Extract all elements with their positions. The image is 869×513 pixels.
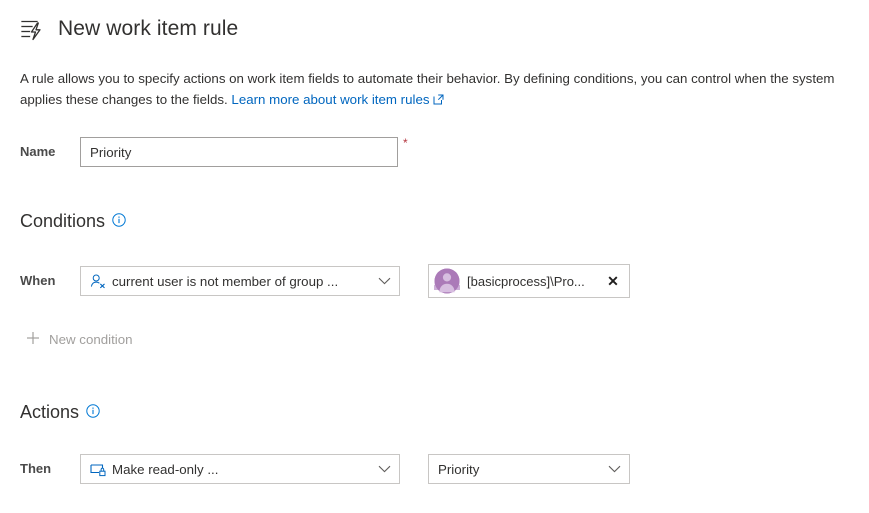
external-link-icon [433, 90, 444, 111]
name-input[interactable] [80, 137, 398, 167]
close-icon[interactable]: ✕ [603, 271, 623, 291]
identity-chip-label: [basicprocess]\Pro... [467, 274, 603, 289]
action-field-dropdown[interactable]: Priority [428, 454, 630, 484]
conditions-heading-label: Conditions [20, 209, 105, 233]
learn-more-link-label: Learn more about work item rules [231, 92, 429, 107]
plus-icon [26, 331, 40, 348]
page-title: New work item rule [58, 16, 238, 42]
required-asterisk: * [403, 138, 408, 148]
when-row: When current user is not member of group… [20, 264, 630, 298]
learn-more-link[interactable]: Learn more about work item rules [231, 92, 443, 107]
actions-heading-label: Actions [20, 400, 79, 424]
condition-type-dropdown[interactable]: current user is not member of group ... [80, 266, 400, 296]
action-type-value: Make read-only ... [112, 462, 372, 477]
condition-type-value: current user is not member of group ... [112, 274, 372, 289]
chevron-down-icon [608, 465, 621, 473]
action-field-value: Priority [438, 462, 602, 477]
new-condition-button[interactable]: New condition [26, 331, 133, 348]
new-condition-label: New condition [49, 332, 133, 347]
conditions-heading: Conditions [20, 209, 126, 233]
page-header: New work item rule [20, 16, 238, 42]
field-read-only-icon [90, 461, 106, 477]
work-item-rule-icon [20, 16, 46, 42]
action-type-dropdown[interactable]: Make read-only ... [80, 454, 400, 484]
info-icon[interactable] [86, 400, 100, 424]
then-label: Then [20, 460, 80, 478]
then-row: Then Make read-only ... Priority [20, 454, 630, 484]
chevron-down-icon [378, 277, 391, 285]
chevron-down-icon [378, 465, 391, 473]
name-label: Name [20, 143, 80, 161]
person-remove-icon [90, 273, 106, 289]
info-icon[interactable] [112, 209, 126, 233]
group-avatar-icon [434, 268, 460, 294]
when-label: When [20, 272, 80, 290]
description-text: A rule allows you to specify actions on … [20, 68, 850, 111]
identity-chip[interactable]: [basicprocess]\Pro... ✕ [428, 264, 630, 298]
actions-heading: Actions [20, 400, 100, 424]
name-row: Name * [20, 137, 408, 167]
